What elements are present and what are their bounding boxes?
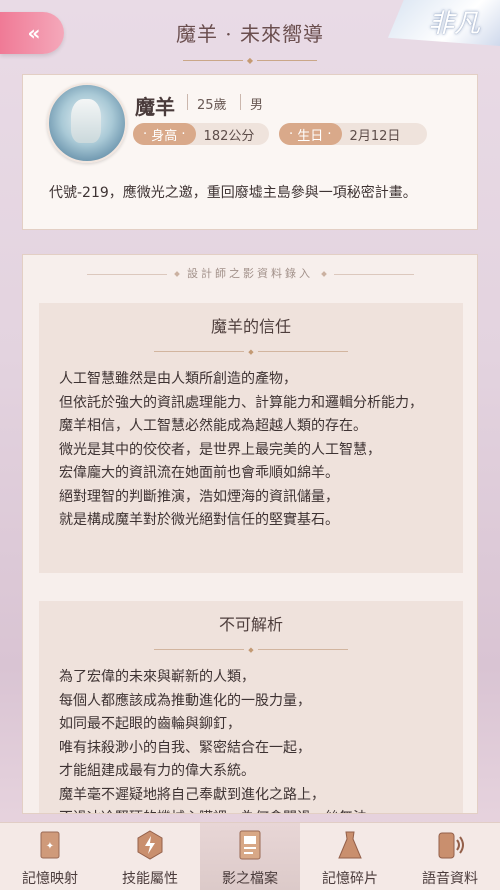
- section-title: 魔羊的信任: [210, 317, 291, 336]
- character-sex: 男: [250, 98, 264, 113]
- character-name: 魔羊: [135, 95, 175, 119]
- profile-document-icon: [239, 830, 261, 860]
- character-age: 25歲: [197, 98, 227, 113]
- tab-voice-data[interactable]: 語音資料: [400, 823, 500, 890]
- voice-phone-icon: [438, 832, 464, 859]
- records-header: 設計師之影資料錄入: [23, 265, 477, 281]
- profile-card: 魔羊 25歲 男 · 身高 · 182公分 · 生日 · 2月12日 代號-21…: [22, 74, 478, 230]
- tab-memory-mapping[interactable]: ✦ 記憶映射: [0, 823, 100, 890]
- character-avatar: [47, 83, 127, 163]
- record-section-trust: 魔羊的信任 ◆ 人工智慧雖然是由人類所創造的產物， 但依託於強大的資訊處理能力、…: [39, 303, 463, 573]
- section-title: 不可解析: [218, 615, 283, 634]
- memory-card-icon: ✦: [40, 831, 60, 859]
- birthday-label: · 生日 ·: [279, 123, 342, 145]
- height-pill: · 身高 · 182公分: [133, 123, 269, 145]
- tab-memory-fragments[interactable]: 記憶碎片: [300, 823, 400, 890]
- section-body: 人工智慧雖然是由人類所創造的產物， 但依託於強大的資訊處理能力、計算能力和邏輯分…: [59, 371, 423, 528]
- title-ornament: ◆: [0, 50, 500, 69]
- height-value: 182公分: [203, 128, 255, 144]
- records-panel[interactable]: 設計師之影資料錄入 魔羊的信任 ◆ 人工智慧雖然是由人類所創造的產物， 但依託於…: [22, 254, 478, 814]
- section-body: 為了宏偉的未來與嶄新的人類， 每個人都應該成為推動進化的一股力量， 如同最不起眼…: [59, 669, 367, 813]
- section-ornament: ◆: [59, 341, 443, 360]
- svg-text:✦: ✦: [46, 841, 54, 852]
- skill-lightning-icon: [137, 830, 163, 860]
- height-label: · 身高 ·: [133, 123, 196, 145]
- birthday-value: 2月12日: [349, 128, 401, 144]
- record-section-unparsable: 不可解析 ◆ 為了宏偉的未來與嶄新的人類， 每個人都應該成為推動進化的一股力量，…: [39, 601, 463, 813]
- character-description: 代號-219，應微光之邀，重回廢墟主島參與一項秘密計畫。: [49, 185, 417, 201]
- birthday-pill: · 生日 · 2月12日: [279, 123, 427, 145]
- top-bar: « 魔羊 · 未來嚮導 ◆ 非凡: [0, 0, 500, 65]
- section-ornament: ◆: [59, 639, 443, 658]
- dress-icon: [338, 831, 362, 859]
- tab-shadow-profile[interactable]: 影之檔案: [200, 823, 300, 890]
- rarity-badge-text: 非凡: [427, 9, 480, 39]
- tab-skill-attributes[interactable]: 技能屬性: [100, 823, 200, 890]
- bottom-tab-bar: ✦ 記憶映射 技能屬性 影之檔案 記憶碎片 語音資料: [0, 822, 500, 890]
